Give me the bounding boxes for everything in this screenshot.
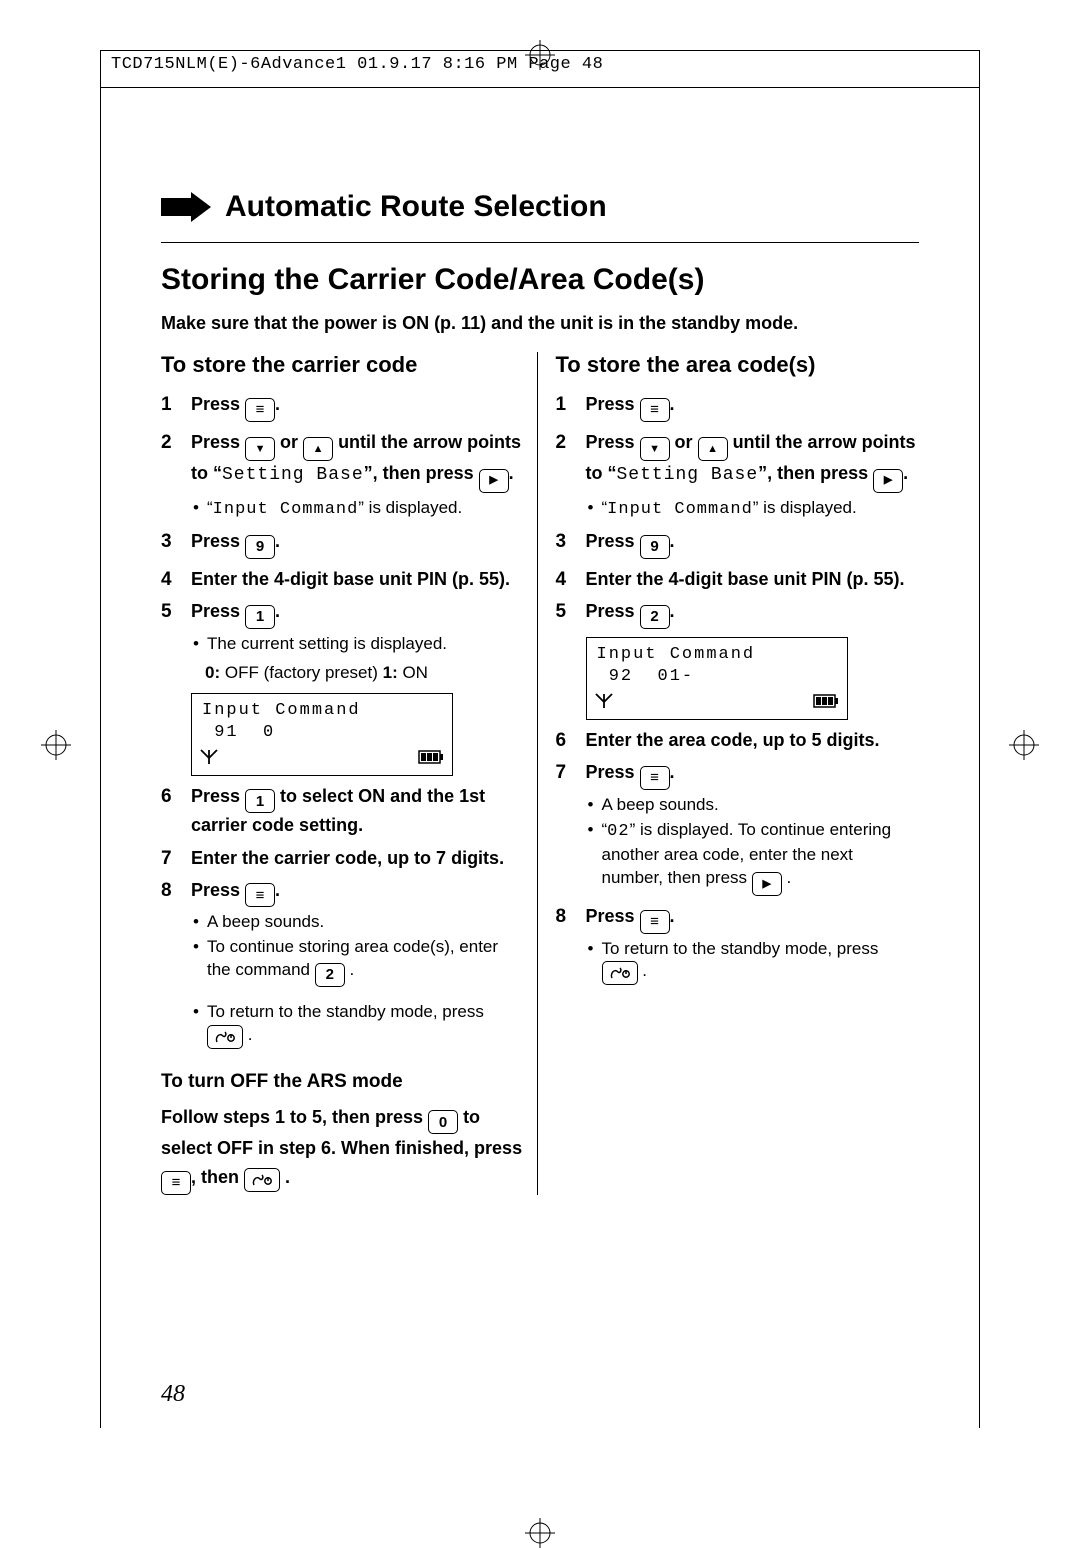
column-left: To store the carrier code 1 Press . 2 Pr… (161, 352, 537, 1195)
menu-key-icon (245, 883, 275, 907)
step-note: To return to the standby mode, press . (588, 938, 920, 986)
right-steps: 1 Press . 2 Press or until the arrow poi… (556, 392, 920, 629)
menu-key-icon (640, 398, 670, 422)
section-title: Automatic Route Selection (225, 190, 607, 224)
step-3: 3 Press 9. (556, 529, 920, 559)
digit-key-icon: 9 (640, 535, 670, 559)
arrow-icon (161, 192, 211, 222)
digit-key-icon: 0 (428, 1110, 458, 1134)
lcd-text: Input Command 91 0 (192, 694, 452, 746)
section-header: Automatic Route Selection (161, 190, 919, 224)
intro-text: Make sure that the power is ON (p. 11) a… (161, 313, 919, 334)
digit-key-icon: 9 (245, 535, 275, 559)
step-5: 5 Press 2. (556, 599, 920, 629)
step-6: 6 Press 1 to select ON and the 1st carri… (161, 784, 525, 838)
up-key-icon (698, 437, 728, 461)
menu-key-icon (245, 398, 275, 422)
power-key-icon (244, 1168, 280, 1192)
left-heading: To store the carrier code (161, 352, 525, 378)
left-steps-cont: 6 Press 1 to select ON and the 1st carri… (161, 784, 525, 1049)
step-note: The current setting is displayed. (193, 633, 525, 656)
ars-heading: To turn OFF the ARS mode (161, 1071, 525, 1093)
lcd-display: Input Command 91 0 (191, 693, 453, 776)
crop-mark-right (1009, 730, 1039, 760)
page-sheet: TCD715NLM(E)-6Advance1 01.9.17 8:16 PM P… (100, 50, 980, 1428)
step-note: A beep sounds. (588, 794, 920, 817)
power-key-icon (602, 961, 638, 985)
menu-key-icon (640, 766, 670, 790)
step-text: Press (191, 394, 245, 414)
ars-text: Follow steps 1 to 5, then press 0 to sel… (161, 1103, 525, 1195)
lcd-text: Input Command 92 01- (587, 638, 847, 690)
antenna-icon (200, 748, 218, 771)
section-rule (161, 242, 919, 243)
battery-icon (813, 694, 839, 713)
left-steps: 1 Press . 2 Press or until the arrow poi… (161, 392, 525, 685)
menu-key-icon (161, 1171, 191, 1195)
columns: To store the carrier code 1 Press . 2 Pr… (161, 352, 919, 1195)
step-4: 4 Enter the 4-digit base unit PIN (p. 55… (556, 567, 920, 591)
battery-icon (418, 750, 444, 769)
step-7: 7 Enter the carrier code, up to 7 digits… (161, 846, 525, 870)
step-note: “Input Command” is displayed. (588, 497, 920, 522)
step-3: 3 Press 9. (161, 529, 525, 559)
step-note: To continue storing area code(s), enter … (193, 936, 525, 986)
step-note: “02” is displayed. To continue entering … (588, 819, 920, 896)
power-key-icon (207, 1025, 243, 1049)
step-8: 8 Press . To return to the standby mode,… (556, 904, 920, 985)
lcd-display: Input Command 92 01- (586, 637, 848, 720)
step-note: “Input Command” is displayed. (193, 497, 525, 522)
down-key-icon (245, 437, 275, 461)
digit-key-icon: 1 (245, 789, 275, 813)
step-1: 1 Press . (556, 392, 920, 422)
down-key-icon (640, 437, 670, 461)
crop-mark-left (41, 730, 71, 760)
step-7: 7 Press . A beep sounds. “02” is display… (556, 760, 920, 896)
crop-mark-bottom (525, 1518, 555, 1548)
antenna-icon (595, 692, 613, 715)
step-4: 4 Enter the 4-digit base unit PIN (p. 55… (161, 567, 525, 591)
column-right: To store the area code(s) 1 Press . 2 Pr… (537, 352, 920, 1195)
step-note: A beep sounds. (193, 911, 525, 934)
page-content: Automatic Route Selection Storing the Ca… (161, 190, 919, 1195)
digit-key-icon: 2 (315, 963, 345, 987)
step-2: 2 Press or until the arrow points to “Se… (556, 430, 920, 522)
menu-key-icon (640, 910, 670, 934)
page-number: 48 (161, 1381, 185, 1408)
crop-mark-top (525, 40, 555, 70)
right-key-icon (752, 872, 782, 896)
step-note: To return to the standby mode, press . (193, 1001, 525, 1049)
right-heading: To store the area code(s) (556, 352, 920, 378)
step-1: 1 Press . (161, 392, 525, 422)
digit-key-icon: 2 (640, 605, 670, 629)
digit-key-icon: 1 (245, 605, 275, 629)
step-6: 6 Enter the area code, up to 5 digits. (556, 728, 920, 752)
step-8: 8 Press . A beep sounds. To continue sto… (161, 878, 525, 1049)
right-key-icon (479, 469, 509, 493)
up-key-icon (303, 437, 333, 461)
step-5: 5 Press 1. The current setting is displa… (161, 599, 525, 684)
right-steps-cont: 6 Enter the area code, up to 5 digits. 7… (556, 728, 920, 986)
right-key-icon (873, 469, 903, 493)
page-title: Storing the Carrier Code/Area Code(s) (161, 263, 919, 297)
step-2: 2 Press or until the arrow points to “Se… (161, 430, 525, 522)
